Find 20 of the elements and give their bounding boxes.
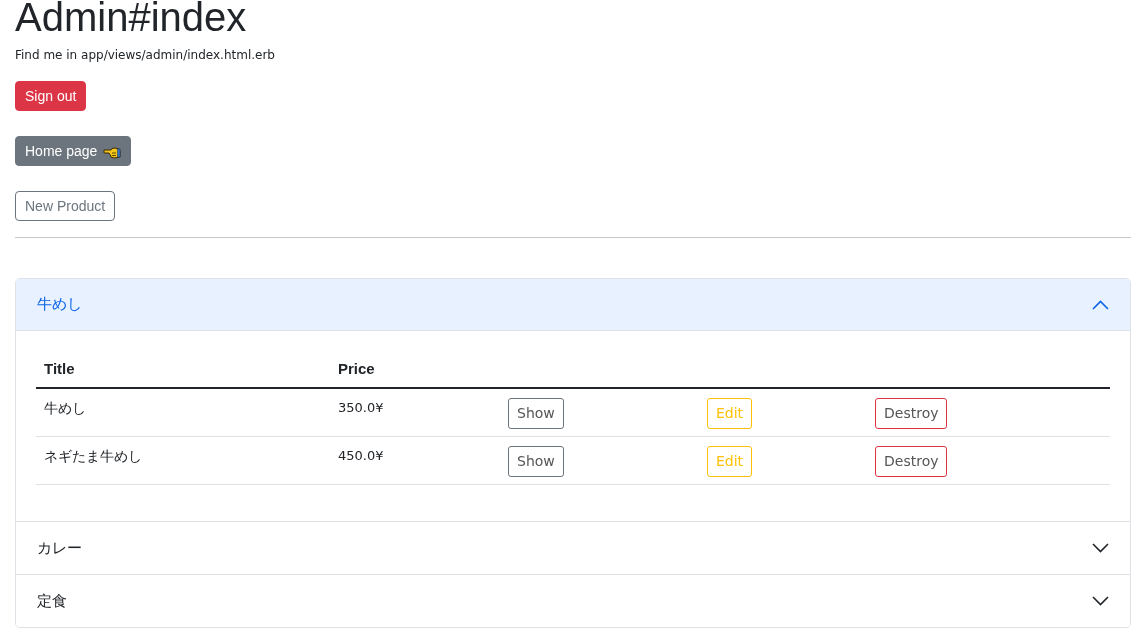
- pointing-hand-icon: [103, 145, 122, 159]
- table-cell-text: 450.0¥: [337, 447, 385, 465]
- show-button[interactable]: Show: [508, 398, 564, 429]
- table-cell-text: 350.0¥: [337, 399, 385, 417]
- file-path-note: Find me in app/views/admin/index.html.erb: [15, 47, 275, 64]
- column-header: Title: [43, 358, 76, 379]
- show-button[interactable]: Show: [508, 446, 564, 477]
- accordion-header[interactable]: 牛めし: [16, 279, 1130, 331]
- chevron-down-icon: [1092, 543, 1109, 553]
- column-header: Price: [337, 358, 376, 379]
- destroy-button[interactable]: Destroy: [875, 398, 948, 429]
- table-cell-text: 牛めし: [43, 399, 87, 418]
- chevron-down-icon: [1092, 596, 1109, 606]
- home-page-button[interactable]: Home page: [15, 136, 132, 166]
- table-cell-text: ネギたま牛めし: [43, 447, 143, 466]
- page-title: Admin#index: [15, 0, 247, 41]
- destroy-button[interactable]: Destroy: [875, 446, 948, 477]
- chevron-up-icon: [1092, 299, 1109, 310]
- new-product-button[interactable]: New Product: [15, 191, 116, 221]
- sign-out-button[interactable]: Sign out: [15, 81, 87, 111]
